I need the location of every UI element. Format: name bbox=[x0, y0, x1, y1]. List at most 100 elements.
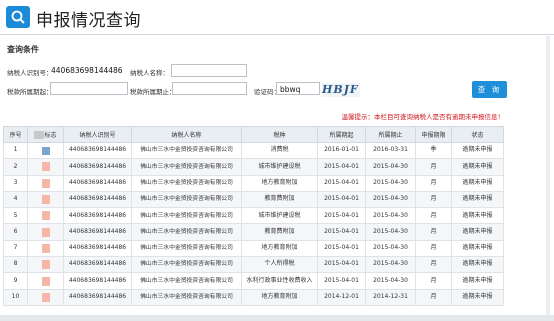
cell-name: 佛山市三水中金贸投资咨询有限公司 bbox=[131, 174, 242, 192]
cell-term: 月 bbox=[415, 288, 452, 306]
cell-status: 逾期未申报 bbox=[451, 158, 504, 176]
taxpayer-name-input[interactable] bbox=[171, 64, 247, 77]
cell-tax: 地方教育附加 bbox=[241, 288, 318, 306]
period-start-label: 税款所属期起： bbox=[7, 88, 53, 96]
cell-status: 逾期未申报 bbox=[451, 207, 504, 225]
col-header-start: 所属期起 bbox=[317, 126, 366, 143]
cell-tin: 440683698144486 bbox=[63, 272, 132, 290]
cell-tax: 地方教育附加 bbox=[241, 174, 318, 192]
table-row[interactable]: 4 440683698144486 佛山市三水中金贸投资咨询有限公司 教育费附加… bbox=[3, 190, 504, 209]
cell-tin: 440683698144486 bbox=[63, 141, 132, 160]
cell-no: 8 bbox=[3, 256, 28, 274]
captcha-input[interactable]: bbwq bbox=[276, 82, 320, 95]
cell-start: 2015-04-01 bbox=[317, 207, 366, 225]
cell-status: 逾期未申报 bbox=[451, 141, 504, 160]
col-header-tax: 税种 bbox=[241, 126, 318, 143]
cell-term: 月 bbox=[415, 207, 452, 225]
period-start-input[interactable] bbox=[50, 82, 128, 95]
col-header-tin: 纳税人识别号 bbox=[63, 126, 132, 143]
cell-status: 逾期未申报 bbox=[451, 272, 504, 290]
cell-start: 2015-04-01 bbox=[317, 158, 366, 176]
captcha-image[interactable]: HBJF bbox=[322, 83, 360, 97]
cell-term: 月 bbox=[415, 272, 452, 290]
cell-no: 9 bbox=[3, 272, 28, 290]
cell-tin: 440683698144486 bbox=[63, 174, 132, 192]
cell-end: 2015-04-30 bbox=[365, 174, 416, 192]
table-row[interactable]: 8 440683698144486 佛山市三水中金贸投资咨询有限公司 个人所得税… bbox=[3, 256, 504, 274]
cell-name: 佛山市三水中金贸投资咨询有限公司 bbox=[131, 239, 242, 258]
cell-tin: 440683698144486 bbox=[63, 207, 132, 225]
cell-flag bbox=[27, 288, 64, 306]
table-row[interactable]: 3 440683698144486 佛山市三水中金贸投资咨询有限公司 地方教育附… bbox=[3, 174, 504, 192]
col-header-name: 纳税人名称 bbox=[131, 126, 242, 143]
cell-end: 2014-12-31 bbox=[365, 288, 416, 306]
cell-name: 佛山市三水中金贸投资咨询有限公司 bbox=[131, 158, 242, 176]
cell-end: 2015-04-30 bbox=[365, 158, 416, 176]
cell-no: 2 bbox=[3, 158, 28, 176]
table-header-row: 序号 标志 纳税人识别号 纳税人名称 税种 所属期起 所属期止 申报期限 状态 bbox=[3, 126, 504, 143]
cell-name: 佛山市三水中金贸投资咨询有限公司 bbox=[131, 256, 242, 274]
period-end-label: 税款所属期止： bbox=[130, 88, 176, 96]
cell-name: 佛山市三水中金贸投资咨询有限公司 bbox=[131, 223, 242, 241]
cell-name: 佛山市三水中金贸投资咨询有限公司 bbox=[131, 141, 242, 160]
notice-text: 温馨提示：本栏目可查询纳税人是否有逾期未申报信息！ bbox=[341, 113, 505, 121]
cell-end: 2015-04-30 bbox=[365, 256, 416, 274]
table-row[interactable]: 7 440683698144486 佛山市三水中金贸投资咨询有限公司 地方教育附… bbox=[3, 239, 504, 258]
cell-no: 7 bbox=[3, 239, 28, 258]
taxpayer-id-label: 纳税人识别号： bbox=[7, 69, 53, 77]
cell-tin: 440683698144486 bbox=[63, 256, 132, 274]
table-row[interactable]: 1 440683698144486 佛山市三水中金贸投资咨询有限公司 消费税 2… bbox=[3, 141, 504, 160]
redacted-block bbox=[41, 178, 50, 188]
redacted-block bbox=[41, 276, 50, 286]
cell-flag bbox=[27, 207, 64, 225]
cell-flag bbox=[27, 256, 64, 274]
query-button[interactable]: 查 询 bbox=[472, 81, 507, 98]
magnifier-icon bbox=[6, 6, 30, 28]
table-row[interactable]: 10 440683698144486 佛山市三水中金贸投资咨询有限公司 地方教育… bbox=[3, 288, 504, 306]
period-end-input[interactable] bbox=[172, 82, 247, 95]
redacted-block bbox=[41, 211, 50, 221]
table-row[interactable]: 2 440683698144486 佛山市三水中金贸投资咨询有限公司 城市维护建… bbox=[3, 158, 504, 176]
cell-tin: 440683698144486 bbox=[63, 158, 132, 176]
cell-start: 2015-04-01 bbox=[317, 174, 366, 192]
col-header-end: 所属期止 bbox=[365, 126, 416, 143]
cell-tax: 教育费附加 bbox=[241, 190, 318, 209]
cell-status: 逾期未申报 bbox=[451, 190, 504, 209]
redacted-block bbox=[34, 131, 45, 140]
cell-no: 1 bbox=[3, 141, 28, 160]
cell-flag bbox=[27, 190, 64, 209]
redacted-block bbox=[41, 292, 50, 302]
cell-no: 6 bbox=[3, 223, 28, 241]
cell-start: 2015-04-01 bbox=[317, 190, 366, 209]
cell-name: 佛山市三水中金贸投资咨询有限公司 bbox=[131, 288, 242, 306]
cell-flag bbox=[27, 141, 64, 160]
taxpayer-id-field[interactable]: 440683698144486 bbox=[51, 66, 123, 75]
page-title: 申报情况查询 bbox=[36, 11, 141, 31]
table-row[interactable]: 5 440683698144486 佛山市三水中金贸投资咨询有限公司 城市维护建… bbox=[3, 207, 504, 225]
redacted-block bbox=[41, 243, 50, 253]
cell-tax: 城市维护建设税 bbox=[241, 158, 318, 176]
cell-status: 逾期未申报 bbox=[451, 256, 504, 274]
col-header-no: 序号 bbox=[3, 126, 28, 143]
cell-flag bbox=[27, 158, 64, 176]
cell-start: 2015-04-01 bbox=[317, 272, 366, 290]
vertical-scrollbar[interactable] bbox=[546, 36, 550, 316]
section-label-conditions: 查询条件 bbox=[7, 45, 39, 54]
cell-term: 月 bbox=[415, 239, 452, 258]
taxpayer-name-label: 纳税人名称： bbox=[130, 69, 169, 77]
cell-flag bbox=[27, 174, 64, 192]
cell-end: 2015-04-30 bbox=[365, 272, 416, 290]
title-bar: 申报情况查询 bbox=[0, 0, 554, 36]
cell-name: 佛山市三水中金贸投资咨询有限公司 bbox=[131, 207, 242, 225]
table-row[interactable]: 6 440683698144486 佛山市三水中金贸投资咨询有限公司 教育费附加… bbox=[3, 223, 504, 241]
cell-term: 月 bbox=[415, 174, 452, 192]
table-row[interactable]: 9 440683698144486 佛山市三水中金贸投资咨询有限公司 水利行政事… bbox=[3, 272, 504, 290]
cell-status: 逾期未申报 bbox=[451, 288, 504, 306]
cell-term: 月 bbox=[415, 256, 452, 274]
cell-tax: 教育费附加 bbox=[241, 223, 318, 241]
results-table: 序号 标志 纳税人识别号 纳税人名称 税种 所属期起 所属期止 申报期限 状态 … bbox=[3, 126, 504, 306]
cell-term: 月 bbox=[415, 190, 452, 209]
cell-term: 月 bbox=[415, 223, 452, 241]
cell-start: 2015-04-01 bbox=[317, 256, 366, 274]
cell-tax: 城市维护建设税 bbox=[241, 207, 318, 225]
